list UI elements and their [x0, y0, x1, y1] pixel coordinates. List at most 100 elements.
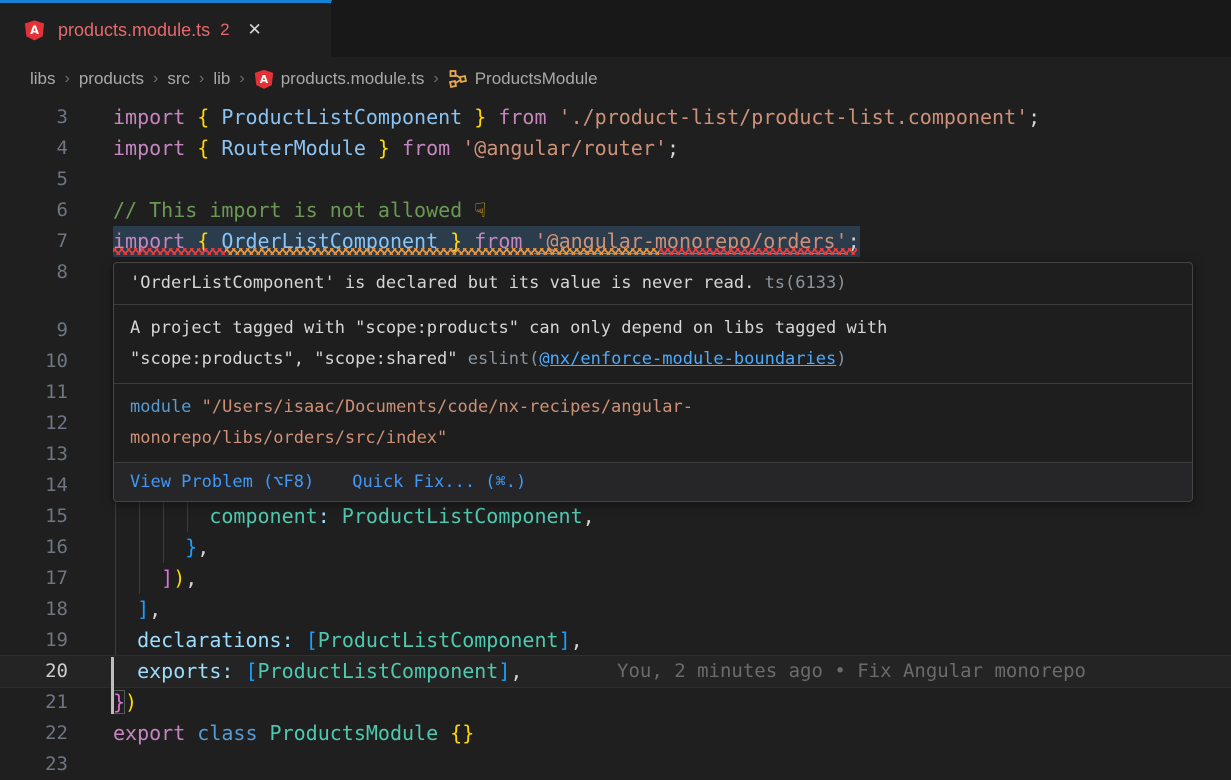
chevron-right-icon: › [433, 70, 438, 88]
eslint-rule-suffix: ) [836, 349, 846, 369]
code-token: : [318, 504, 330, 528]
code-line[interactable]: ]), [113, 563, 1231, 594]
tab-title: products.module.ts [58, 20, 210, 41]
code-token: , [510, 659, 522, 683]
code-line[interactable]: declarations: [ProductListComponent], [113, 625, 1231, 656]
breadcrumb-item-lib[interactable]: lib [213, 69, 230, 89]
code-token: '@angular/router' [462, 136, 667, 160]
code-line[interactable]: import { ProductListComponent } from './… [113, 102, 1231, 133]
code-line[interactable]: component: ProductListComponent, [113, 501, 1231, 532]
code-line[interactable] [113, 749, 1231, 780]
line-number[interactable]: 5 [0, 164, 68, 195]
tab-products-module[interactable]: A products.module.ts 2 ✕ [0, 0, 332, 57]
code-token: } [185, 535, 197, 559]
line-number[interactable]: 17 [0, 563, 68, 594]
code-token: ) [125, 690, 137, 714]
tab-problem-count: 2 [220, 20, 229, 40]
code-token: } [462, 105, 498, 129]
breadcrumb-label: src [167, 69, 190, 89]
code-line[interactable]: }) [113, 687, 1231, 718]
line-number[interactable]: 20 [0, 656, 68, 687]
eslint-rule-prefix: eslint( [468, 349, 540, 369]
code-token: import [113, 105, 197, 129]
module-keyword: module [130, 397, 202, 417]
code-token [113, 535, 185, 559]
code-token [113, 628, 137, 652]
code-line[interactable]: export class ProductsModule {} [113, 718, 1231, 749]
code-line[interactable]: // This import is not allowed ☟ [113, 195, 1231, 226]
breadcrumb-item-libs[interactable]: libs [30, 69, 56, 89]
code-token: } [366, 136, 402, 160]
line-number[interactable]: 15 [0, 501, 68, 532]
code-row: 7 import { OrderListComponent } from '@an… [0, 226, 1231, 257]
line-number[interactable]: 13 [0, 439, 68, 470]
svg-text:A: A [260, 72, 269, 85]
line-number[interactable]: 14 [0, 470, 68, 501]
breadcrumb-label: lib [213, 69, 230, 89]
class-symbol-icon [448, 69, 468, 89]
line-number[interactable]: 16 [0, 532, 68, 563]
code-tokens: exports: [ProductListComponent], [113, 656, 522, 687]
code-token: // This import is not allowed [113, 198, 474, 222]
line-number[interactable]: 19 [0, 625, 68, 656]
code-tokens: }, [113, 532, 209, 563]
line-number[interactable]: 18 [0, 594, 68, 625]
code-tokens: declarations: [ProductListComponent], [113, 625, 583, 656]
line-number[interactable]: 8 [0, 257, 68, 288]
code-line[interactable] [113, 164, 1231, 195]
line-number[interactable]: 22 [0, 718, 68, 749]
line-number[interactable]: 21 [0, 687, 68, 718]
line-number[interactable]: 23 [0, 749, 68, 780]
code-token: [ [245, 659, 257, 683]
view-problem-button[interactable]: View Problem (⌥F8) [130, 468, 314, 496]
code-token [113, 597, 137, 621]
code-token: { [197, 105, 221, 129]
code-token: ) [173, 566, 185, 590]
breadcrumb-item-src[interactable]: src [167, 69, 190, 89]
angular-icon: A [254, 69, 274, 89]
code-token: ] [498, 659, 510, 683]
eslint-rule-link[interactable]: @nx/enforce-module-boundaries [539, 349, 836, 369]
code-line[interactable]: }, [113, 532, 1231, 563]
close-icon[interactable]: ✕ [248, 20, 262, 40]
code-token: ProductListComponent [318, 628, 559, 652]
code-token: class [197, 721, 269, 745]
line-number[interactable]: 10 [0, 346, 68, 377]
code-tokens: // This import is not allowed ☟ [113, 195, 486, 226]
code-line[interactable]: exports: [ProductListComponent],You, 2 m… [113, 656, 1231, 687]
code-row: 4 import { RouterModule } from '@angular/… [0, 133, 1231, 164]
code-row: 3 import { ProductListComponent } from '.… [0, 102, 1231, 133]
line-number[interactable]: 4 [0, 133, 68, 164]
code-token: declarations [137, 628, 282, 652]
code-token [113, 566, 161, 590]
quick-fix-button[interactable]: Quick Fix... (⌘.) [352, 468, 526, 496]
code-row: 18 ], [0, 594, 1231, 625]
line-number[interactable]: 7 [0, 226, 68, 257]
code-line[interactable]: ], [113, 594, 1231, 625]
code-line[interactable]: import { OrderListComponent } from '@ang… [113, 226, 1231, 257]
code-editor: 3 import { ProductListComponent } from '.… [0, 100, 1231, 780]
code-token: import [113, 136, 197, 160]
line-number[interactable]: 6 [0, 195, 68, 226]
code-token: ProductListComponent [221, 105, 462, 129]
code-tokens: import { RouterModule } from '@angular/r… [113, 133, 679, 164]
code-line[interactable]: import { RouterModule } from '@angular/r… [113, 133, 1231, 164]
code-token: component [209, 504, 317, 528]
chevron-right-icon: › [239, 70, 244, 88]
code-token: RouterModule [221, 136, 366, 160]
line-number[interactable]: 11 [0, 377, 68, 408]
eslint-error-text: "scope:products", "scope:shared" [130, 349, 468, 369]
line-number[interactable]: 3 [0, 102, 68, 133]
breadcrumb-item-productsmodule[interactable]: ProductsModule [448, 69, 598, 89]
chevron-right-icon: › [199, 70, 204, 88]
ts-error-message: 'OrderListComponent' is declared but its… [114, 263, 1192, 305]
module-path-text1: "/Users/isaac/Documents/code/nx-recipes/… [202, 397, 693, 417]
line-number[interactable]: 9 [0, 315, 68, 346]
breadcrumb-item-products-module-ts[interactable]: A products.module.ts [254, 69, 425, 89]
code-tokens: component: ProductListComponent, [113, 501, 595, 532]
code-token: ; [1028, 105, 1040, 129]
breadcrumb-item-products[interactable]: products [79, 69, 144, 89]
code-token: ProductListComponent [258, 659, 499, 683]
code-tokens: export class ProductsModule {} [113, 718, 474, 749]
line-number[interactable]: 12 [0, 408, 68, 439]
